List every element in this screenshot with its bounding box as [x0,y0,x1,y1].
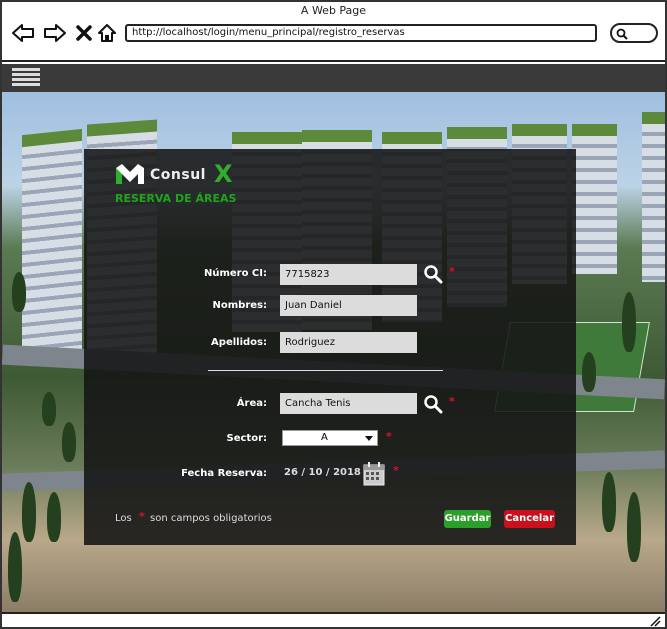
forward-arrow-icon[interactable] [42,22,68,44]
fecha-value[interactable]: 26 / 10 / 2018 [284,467,361,478]
required-mark: * [449,395,455,408]
url-bar[interactable]: http://localhost/login/menu_principal/re… [125,24,597,42]
window-title: A Web Page [300,4,367,17]
ci-field[interactable]: 7715823 [280,264,417,285]
apellidos-label: Apellidos: [211,337,267,348]
required-mark: * [139,510,145,523]
home-icon[interactable] [96,22,118,44]
magnifier-icon [424,265,443,284]
area-field[interactable]: Cancha Tenis [280,393,417,414]
required-mark: * [386,430,392,443]
chevron-down-icon [365,436,373,441]
ci-label: Número CI: [203,268,267,279]
fecha-label: Fecha Reserva: [181,468,267,479]
close-icon[interactable] [74,22,94,44]
area-search-button[interactable] [423,394,443,414]
menu-icon[interactable] [12,68,40,88]
required-mark: * [393,464,399,477]
logo-text: Consul [150,167,206,183]
nombres-label: Nombres: [212,300,267,311]
nombres-field[interactable]: Juan Daniel [280,295,417,316]
required-mark: * [449,265,455,278]
magnifier-icon [424,395,443,414]
form-divider [208,370,443,371]
legend-suffix: son campos obligatorios [150,513,272,524]
browser-window: A Web Page http://localhost/login/menu_p… [0,0,667,629]
logo-x: X [214,160,233,188]
consulx-logo: Consul X [114,160,254,188]
app-header [2,64,665,92]
apellidos-field[interactable]: Rodriguez [280,332,417,353]
cancel-button[interactable]: Cancelar [504,510,555,528]
sector-label: Sector: [226,433,268,444]
page-title: RESERVA DE ÁREAS [115,192,237,205]
toolbar-divider [2,60,665,62]
search-icon [616,28,628,40]
legend-prefix: Los [115,513,132,524]
resize-grip-icon[interactable] [649,615,661,627]
calendar-icon[interactable] [363,462,385,486]
logo-m-icon [116,164,144,184]
sector-value: A [321,432,328,443]
save-button[interactable]: Guardar [444,510,491,528]
ci-search-button[interactable] [423,264,443,284]
browser-search[interactable] [610,23,658,43]
sector-select[interactable]: A [282,430,378,446]
back-arrow-icon[interactable] [10,22,36,44]
browser-toolbar: http://localhost/login/menu_principal/re… [2,20,665,56]
status-bar [2,612,665,627]
area-label: Área: [236,398,267,409]
